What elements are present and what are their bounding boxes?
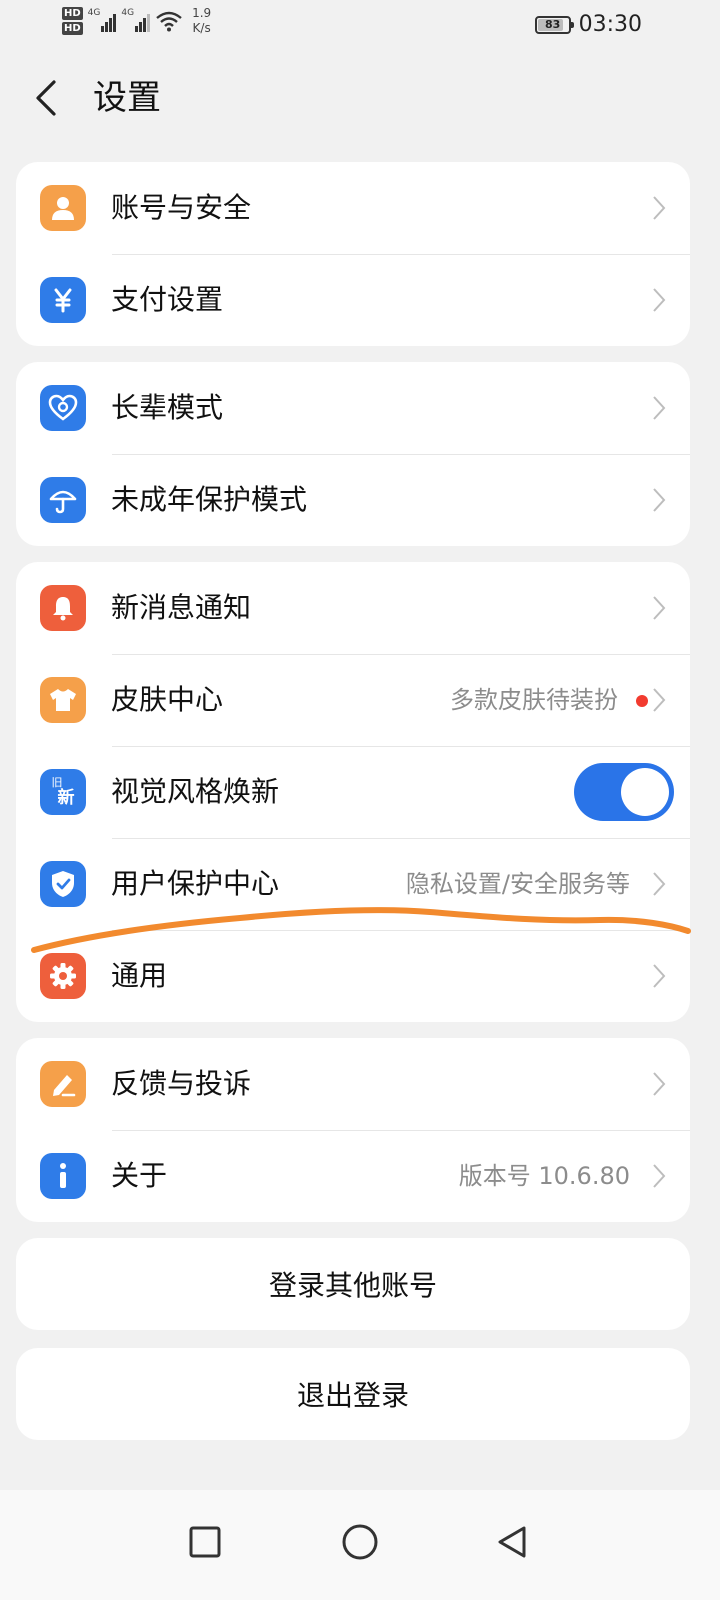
skin-center-hint: 多款皮肤待装扮 bbox=[450, 686, 618, 714]
user-protection-hint: 隐私设置/安全服务等 bbox=[405, 870, 630, 898]
new-style-icon: 旧 新 bbox=[40, 769, 86, 815]
yen-icon bbox=[40, 277, 86, 323]
settings-item-label: 账号与安全 bbox=[111, 191, 252, 224]
chevron-right-icon bbox=[653, 1072, 666, 1096]
status-bar-left: HD HD 4G 4G 1.9 K/s bbox=[62, 6, 211, 36]
settings-item-label: 反馈与投诉 bbox=[111, 1067, 252, 1100]
battery-level: 83 bbox=[544, 17, 561, 31]
switch-account-button[interactable]: 登录其他账号 bbox=[16, 1238, 690, 1330]
account-group: 账号与安全 支付设置 bbox=[16, 162, 690, 346]
settings-item-visual-style: 旧 新 视觉风格焕新 bbox=[16, 746, 690, 838]
settings-screen: HD HD 4G 4G 1.9 K/s 83 03:30 设置 账号与安全 支付… bbox=[0, 0, 720, 1600]
home-button[interactable] bbox=[330, 1512, 390, 1572]
settings-item-label: 用户保护中心 bbox=[111, 867, 280, 900]
chevron-right-icon bbox=[653, 596, 666, 620]
modes-group: 长辈模式 未成年保护模式 bbox=[16, 362, 690, 546]
chevron-right-icon bbox=[653, 688, 666, 712]
chevron-right-icon bbox=[653, 1164, 666, 1188]
hd-icon: HD bbox=[62, 22, 83, 35]
triangle-back-icon bbox=[498, 1526, 526, 1558]
settings-item-label: 皮肤中心 bbox=[111, 683, 224, 716]
visual-style-toggle[interactable] bbox=[574, 763, 674, 821]
status-bar: HD HD 4G 4G 1.9 K/s 83 03:30 bbox=[0, 0, 720, 50]
back-button[interactable] bbox=[30, 76, 66, 120]
chevron-right-icon bbox=[653, 288, 666, 312]
settings-item-label: 未成年保护模式 bbox=[111, 483, 308, 516]
system-nav-bar bbox=[0, 1490, 720, 1600]
chevron-right-icon bbox=[653, 396, 666, 420]
settings-item-label: 支付设置 bbox=[111, 283, 224, 316]
version-number: 版本号 10.6.80 bbox=[458, 1162, 630, 1190]
settings-item-minor-protection[interactable]: 未成年保护模式 bbox=[16, 454, 690, 546]
settings-item-label: 视觉风格焕新 bbox=[111, 775, 280, 808]
chevron-right-icon bbox=[653, 196, 666, 220]
tshirt-icon bbox=[40, 677, 86, 723]
hd-indicators: HD HD bbox=[62, 7, 83, 35]
settings-item-elder-mode[interactable]: 长辈模式 bbox=[16, 362, 690, 454]
settings-item-label: 关于 bbox=[111, 1159, 168, 1192]
signal-icon: 4G bbox=[121, 6, 151, 32]
info-icon bbox=[40, 1153, 86, 1199]
chevron-right-icon bbox=[653, 964, 666, 988]
umbrella-icon bbox=[40, 477, 86, 523]
toggle-knob bbox=[621, 768, 669, 816]
bell-icon bbox=[40, 585, 86, 631]
person-icon bbox=[40, 185, 86, 231]
settings-item-feedback[interactable]: 反馈与投诉 bbox=[16, 1038, 690, 1130]
hd-icon: HD bbox=[62, 7, 83, 20]
clock: 03:30 bbox=[578, 12, 642, 37]
page-title: 设置 bbox=[93, 78, 161, 118]
chevron-right-icon bbox=[653, 488, 666, 512]
network-type-label: 4G bbox=[121, 8, 135, 18]
heart-icon bbox=[40, 385, 86, 431]
settings-item-about[interactable]: 关于 版本号 10.6.80 bbox=[16, 1130, 690, 1222]
network-type-label: 4G bbox=[87, 8, 101, 18]
new-badge bbox=[636, 695, 648, 707]
page-header: 设置 bbox=[0, 66, 720, 130]
gear-icon bbox=[40, 953, 86, 999]
status-bar-right: 83 03:30 bbox=[534, 12, 642, 37]
settings-item-label: 通用 bbox=[111, 959, 168, 992]
network-speed: 1.9 K/s bbox=[192, 6, 212, 35]
square-icon bbox=[189, 1526, 221, 1558]
signal-icon: 4G bbox=[88, 6, 117, 32]
logout-button[interactable]: 退出登录 bbox=[16, 1348, 690, 1440]
chevron-right-icon bbox=[653, 872, 666, 896]
settings-item-skin-center[interactable]: 皮肤中心 多款皮肤待装扮 bbox=[16, 654, 690, 746]
battery-icon: 83 bbox=[534, 15, 574, 34]
general-group: 新消息通知 皮肤中心 多款皮肤待装扮 旧 新 视觉风格焕新 用户保护中心 隐私设… bbox=[16, 562, 690, 1022]
shield-icon bbox=[40, 861, 86, 907]
settings-item-label: 新消息通知 bbox=[111, 591, 252, 624]
settings-item-general[interactable]: 通用 bbox=[16, 930, 690, 1022]
settings-item-payment[interactable]: 支付设置 bbox=[16, 254, 690, 346]
circle-icon bbox=[342, 1524, 378, 1560]
recent-apps-button[interactable] bbox=[175, 1512, 235, 1572]
settings-item-account-security[interactable]: 账号与安全 bbox=[16, 162, 690, 254]
wifi-icon bbox=[156, 11, 182, 32]
settings-item-user-protection[interactable]: 用户保护中心 隐私设置/安全服务等 bbox=[16, 838, 690, 930]
support-group: 反馈与投诉 关于 版本号 10.6.80 bbox=[16, 1038, 690, 1222]
settings-item-label: 长辈模式 bbox=[111, 391, 224, 424]
back-nav-button[interactable] bbox=[482, 1512, 542, 1572]
settings-item-notifications[interactable]: 新消息通知 bbox=[16, 562, 690, 654]
back-arrow-icon bbox=[36, 80, 56, 116]
edit-icon bbox=[40, 1061, 86, 1107]
